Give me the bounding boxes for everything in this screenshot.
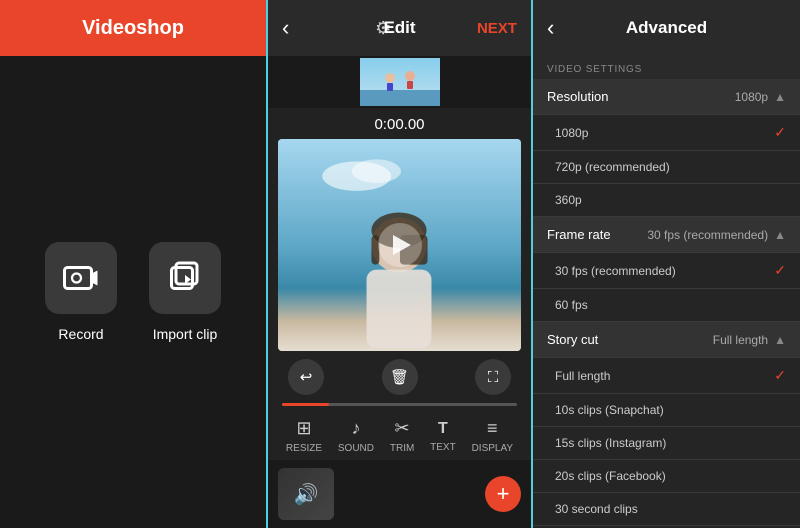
- panel-videoshop: Videoshop Record Import clip: [0, 0, 266, 528]
- resolution-row[interactable]: Resolution 1080p ▲: [533, 79, 800, 115]
- speaker-icon: 🔊: [294, 482, 319, 507]
- import-button[interactable]: Import clip: [149, 242, 221, 342]
- import-label: Import clip: [153, 326, 218, 342]
- progress-track: [282, 403, 517, 406]
- text-icon: T: [438, 420, 448, 438]
- display-tool[interactable]: ≡ DISPLAY: [472, 418, 514, 454]
- import-icon: [167, 260, 203, 296]
- resize-tool[interactable]: ⊞ RESIZE: [286, 418, 322, 454]
- panel1-content: Record Import clip: [0, 56, 266, 528]
- record-button[interactable]: Record: [45, 242, 117, 342]
- option-15s[interactable]: 15s clips (Instagram): [533, 427, 800, 460]
- video-settings-label: VIDEO SETTINGS: [533, 56, 800, 79]
- next-button[interactable]: NEXT: [477, 20, 517, 37]
- clip-strip: 🔊 +: [268, 460, 531, 528]
- trim-tool[interactable]: ✂ TRIM: [390, 418, 414, 454]
- check-30fps: ✓: [774, 262, 786, 279]
- display-label: DISPLAY: [472, 443, 514, 454]
- option-full-length[interactable]: Full length ✓: [533, 358, 800, 394]
- thumbnail-strip: [268, 56, 531, 108]
- tools-row: ⊞ RESIZE ♪ SOUND ✂ TRIM T TEXT ≡ DISPLAY: [268, 410, 531, 460]
- panel2-header: ‹ ⚙ Edit NEXT: [268, 0, 531, 56]
- delete-button[interactable]: 🗑: [382, 359, 418, 395]
- settings-list: VIDEO SETTINGS Resolution 1080p ▲ 1080p …: [533, 56, 800, 528]
- option-30fps[interactable]: 30 fps (recommended) ✓: [533, 253, 800, 289]
- timecode: 0:00.00: [268, 108, 531, 139]
- panel-advanced: ‹ Advanced VIDEO SETTINGS Resolution 108…: [533, 0, 800, 528]
- resize-icon: ⊞: [296, 418, 311, 439]
- record-label: Record: [58, 326, 103, 342]
- progress-bar: [268, 403, 531, 406]
- progress-fill: [282, 403, 329, 406]
- panel3-header: ‹ Advanced: [533, 0, 800, 56]
- option-1080p[interactable]: 1080p ✓: [533, 115, 800, 151]
- option-20s[interactable]: 20s clips (Facebook): [533, 460, 800, 493]
- display-icon: ≡: [487, 418, 498, 439]
- option-10s[interactable]: 10s clips (Snapchat): [533, 394, 800, 427]
- framerate-row[interactable]: Frame rate 30 fps (recommended) ▲: [533, 217, 800, 253]
- story-cut-row[interactable]: Story cut Full length ▲: [533, 322, 800, 358]
- camera-icon: [63, 260, 99, 296]
- check-1080p: ✓: [774, 124, 786, 141]
- add-clip-button[interactable]: +: [485, 476, 521, 512]
- story-cut-chevron: ▲: [774, 333, 786, 347]
- sound-tool[interactable]: ♪ SOUND: [338, 418, 374, 454]
- advanced-back-button[interactable]: ‹: [547, 15, 554, 41]
- record-icon-box: [45, 242, 117, 314]
- resolution-value: 1080p ▲: [735, 90, 786, 104]
- framerate-name: Frame rate: [547, 227, 611, 242]
- trim-label: TRIM: [390, 443, 414, 454]
- import-icon-box: [149, 242, 221, 314]
- edit-title: Edit: [383, 18, 415, 38]
- back-button[interactable]: ‹: [282, 15, 289, 41]
- story-cut-name: Story cut: [547, 332, 598, 347]
- panel1-header: Videoshop: [0, 0, 266, 56]
- resize-label: RESIZE: [286, 443, 322, 454]
- fullscreen-button[interactable]: ⛶: [475, 359, 511, 395]
- framerate-value: 30 fps (recommended) ▲: [647, 228, 786, 242]
- option-360p[interactable]: 360p: [533, 184, 800, 217]
- sound-label: SOUND: [338, 443, 374, 454]
- advanced-title: Advanced: [626, 18, 707, 38]
- trim-icon: ✂: [395, 418, 410, 439]
- story-cut-value: Full length ▲: [713, 333, 786, 347]
- controls-row: ↩ 🗑 ⛶: [268, 351, 531, 403]
- text-label: TEXT: [430, 442, 456, 453]
- option-720p[interactable]: 720p (recommended): [533, 151, 800, 184]
- play-button[interactable]: [378, 223, 422, 267]
- text-tool[interactable]: T TEXT: [430, 420, 456, 453]
- panel-edit: ‹ ⚙ Edit NEXT 0:00.00: [266, 0, 533, 528]
- sound-icon: ♪: [351, 418, 360, 439]
- video-preview: [278, 139, 521, 351]
- framerate-chevron: ▲: [774, 228, 786, 242]
- thumbnail-image: [360, 58, 440, 106]
- resolution-name: Resolution: [547, 89, 608, 104]
- check-full-length: ✓: [774, 367, 786, 384]
- undo-button[interactable]: ↩: [288, 359, 324, 395]
- app-title: Videoshop: [82, 17, 184, 40]
- clip-thumbnail[interactable]: 🔊: [278, 468, 334, 520]
- option-60fps[interactable]: 60 fps: [533, 289, 800, 322]
- option-30s[interactable]: 30 second clips: [533, 493, 800, 526]
- resolution-chevron: ▲: [774, 90, 786, 104]
- clip-thumb-inner: 🔊: [278, 468, 334, 520]
